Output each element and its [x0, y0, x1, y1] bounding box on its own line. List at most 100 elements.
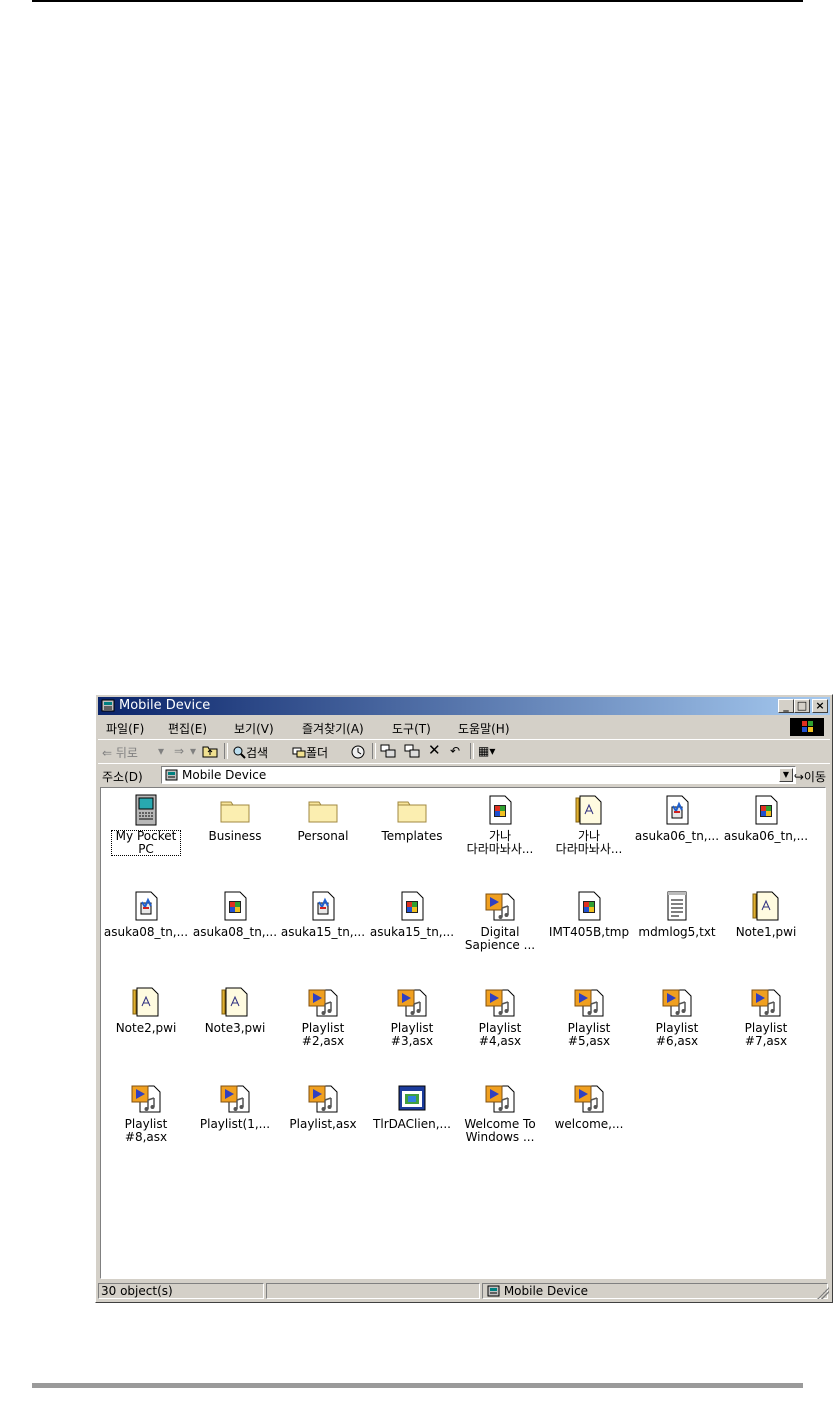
file-item[interactable]: Playlist #2,asx [280, 986, 366, 1068]
file-item[interactable]: Note2,pwi [103, 986, 189, 1068]
go-arrow-icon: ↪ [793, 770, 804, 784]
playlist-icon [485, 893, 515, 921]
menu-favorites[interactable]: 즐겨찾기(A) [302, 720, 364, 737]
folder-icon [220, 801, 250, 823]
file-item-label: Playlist #4,asx [478, 1021, 522, 1048]
file-item-label: Playlist #2,asx [301, 1021, 345, 1048]
file-item-label: asuka06_tn,... [723, 829, 809, 843]
file-item-label: asuka08_tn,... [103, 925, 189, 939]
file-item[interactable]: asuka08_tn,... [103, 890, 189, 972]
file-item-label: Note1,pwi [735, 925, 797, 939]
menu-view[interactable]: 보기(V) [234, 720, 274, 737]
file-item[interactable]: mdmlog5,txt [634, 890, 720, 972]
forward-button[interactable]: ⇒ [174, 744, 184, 758]
file-item[interactable]: Playlist(1,... [192, 1082, 278, 1164]
file-item-label: mdmlog5,txt [638, 925, 716, 939]
search-button[interactable]: 검색 [232, 744, 268, 761]
file-item-label: welcome,... [554, 1117, 624, 1131]
address-label: 주소(D) [102, 770, 143, 784]
forward-dropdown-icon[interactable]: ▾ [190, 744, 196, 758]
file-item[interactable]: Personal [280, 794, 366, 876]
bottom-rule [32, 1383, 803, 1388]
file-item-label: Playlist(1,... [199, 1117, 271, 1131]
playlist-icon [308, 989, 338, 1017]
folders-button[interactable]: 폴더 [292, 744, 328, 761]
file-item-label: Business [208, 829, 262, 843]
file-item-label: My Pocket PC [111, 830, 181, 856]
file-item[interactable]: asuka06_tn,... [634, 794, 720, 876]
playlist-icon [574, 1085, 604, 1113]
explorer-window: Mobile Device _ □ × 파일(F) 편집(E) 보기(V) 즐겨… [95, 694, 833, 1303]
window-title: Mobile Device [119, 698, 211, 713]
media-file-icon [489, 795, 512, 825]
mobile-device-icon [101, 699, 115, 712]
file-item[interactable]: Note3,pwi [192, 986, 278, 1068]
file-item-label: Personal [297, 829, 349, 843]
file-item[interactable]: Business [192, 794, 278, 876]
menu-edit[interactable]: 편집(E) [168, 720, 207, 737]
menu-help[interactable]: 도움말(H) [458, 720, 510, 737]
file-item-label: Note3,pwi [204, 1021, 266, 1035]
app-icon [398, 1085, 426, 1111]
history-icon[interactable] [350, 744, 366, 763]
close-button[interactable]: × [812, 699, 828, 713]
file-item[interactable]: 가나 다라마놔사... [546, 794, 632, 876]
menu-bar: 파일(F) 편집(E) 보기(V) 즐겨찾기(A) 도구(T) 도움말(H) [98, 717, 830, 737]
file-item[interactable]: Welcome To Windows ... [457, 1082, 543, 1164]
playlist-icon [485, 989, 515, 1017]
address-bar: 주소(D) Mobile Device ▼ ↪이동 [98, 763, 830, 786]
back-dropdown-icon[interactable]: ▾ [158, 744, 164, 758]
file-item[interactable]: My Pocket PC [103, 794, 189, 876]
image-file-icon [666, 795, 689, 825]
address-value: Mobile Device [182, 768, 267, 782]
file-item[interactable]: Playlist #4,asx [457, 986, 543, 1068]
file-item-label: Digital Sapience ... [464, 925, 536, 952]
file-item[interactable]: 가나 다라마놔사... [457, 794, 543, 876]
file-item-label: TlrDAClien,... [373, 1117, 451, 1131]
go-button[interactable]: ↪이동 [794, 768, 826, 785]
file-item[interactable]: asuka15_tn,... [369, 890, 455, 972]
file-item[interactable]: asuka15_tn,... [280, 890, 366, 972]
resize-grip[interactable] [817, 1287, 829, 1299]
menu-file[interactable]: 파일(F) [106, 720, 144, 737]
address-dropdown-icon[interactable]: ▼ [779, 768, 793, 782]
file-item[interactable]: Note1,pwi [723, 890, 809, 972]
file-item[interactable]: Digital Sapience ... [457, 890, 543, 972]
title-bar[interactable]: Mobile Device _ □ × [98, 697, 830, 715]
playlist-icon [308, 1085, 338, 1113]
file-item-label: 가나 다라마놔사... [466, 829, 534, 856]
search-label: 검색 [246, 746, 269, 760]
file-item-label: asuka08_tn,... [192, 925, 278, 939]
file-item[interactable]: Playlist #7,asx [723, 986, 809, 1068]
maximize-button[interactable]: □ [794, 699, 810, 713]
file-item-label: Playlist #8,asx [124, 1117, 168, 1144]
copy-to-icon[interactable] [404, 744, 420, 761]
file-item[interactable]: TlrDAClien,... [369, 1082, 455, 1164]
file-item[interactable]: Playlist #6,asx [634, 986, 720, 1068]
pocket-pc-icon [135, 794, 157, 826]
up-folder-icon[interactable] [202, 744, 218, 761]
back-button[interactable]: ⇐ 뒤로 [102, 744, 138, 761]
file-list: My Pocket PC Business Personal Templates 가나 … [100, 787, 826, 1279]
file-item[interactable]: Playlist #8,asx [103, 1082, 189, 1164]
move-to-icon[interactable] [380, 744, 396, 761]
file-item[interactable]: Playlist #3,asx [369, 986, 455, 1068]
file-item[interactable]: welcome,... [546, 1082, 632, 1164]
file-item[interactable]: Playlist,asx [280, 1082, 366, 1164]
file-item[interactable]: Playlist #5,asx [546, 986, 632, 1068]
mobile-device-icon [487, 1285, 500, 1297]
file-item[interactable]: Templates [369, 794, 455, 876]
note-file-icon [752, 891, 779, 921]
playlist-icon [397, 989, 427, 1017]
views-button[interactable]: ▦▾ [478, 744, 495, 758]
file-item[interactable]: asuka08_tn,... [192, 890, 278, 972]
undo-icon[interactable]: ↶ [450, 744, 460, 758]
minimize-button[interactable]: _ [778, 699, 794, 713]
delete-icon[interactable]: ✕ [428, 741, 441, 759]
file-item-label: asuka15_tn,... [369, 925, 455, 939]
address-field[interactable]: Mobile Device ▼ [161, 766, 796, 784]
menu-tools[interactable]: 도구(T) [392, 720, 431, 737]
file-item[interactable]: IMT405B,tmp [546, 890, 632, 972]
file-item-label: Playlist #5,asx [567, 1021, 611, 1048]
file-item[interactable]: asuka06_tn,... [723, 794, 809, 876]
